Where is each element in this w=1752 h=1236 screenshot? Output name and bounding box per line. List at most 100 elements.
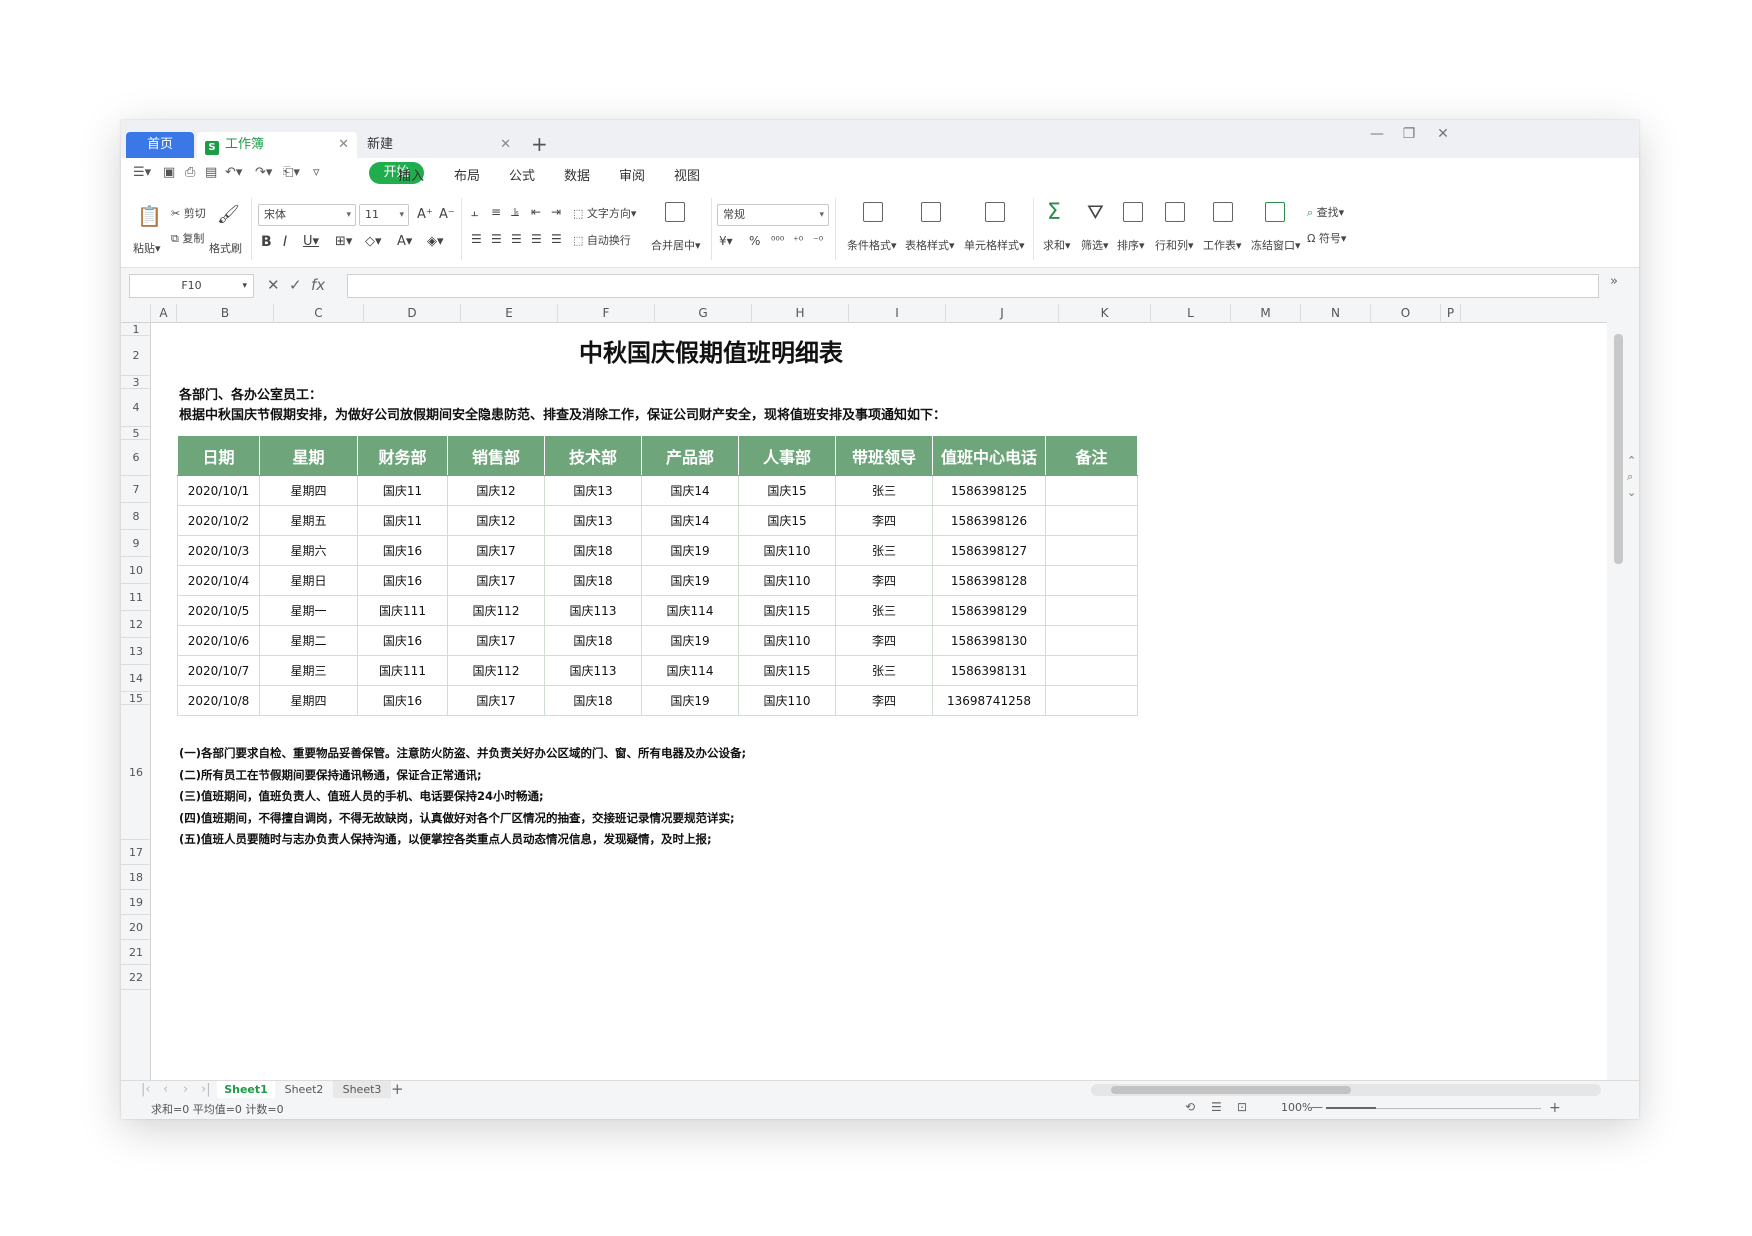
indent-decrease-icon[interactable]: ⇤ (531, 205, 541, 219)
zoom-in-icon[interactable]: + (1549, 1100, 1561, 1116)
add-tab-icon[interactable]: + (531, 132, 548, 156)
table-cell[interactable]: 国庆17 (447, 625, 545, 656)
cell-style-icon[interactable] (985, 202, 1005, 222)
last-sheet-icon[interactable]: ›| (201, 1081, 211, 1098)
table-cell[interactable]: 李四 (835, 625, 933, 656)
table-cell[interactable]: 国庆112 (447, 655, 545, 686)
horizontal-scrollbar[interactable] (1091, 1084, 1601, 1096)
table-cell[interactable]: 13698741258 (932, 685, 1046, 716)
menu-insert[interactable]: 插入 (398, 165, 424, 184)
table-cell[interactable]: 国庆12 (447, 475, 545, 506)
prev-sheet-icon[interactable]: ‹ (163, 1081, 168, 1098)
table-cell[interactable]: 星期日 (259, 565, 358, 596)
page-view-icon[interactable]: ⊡ (1237, 1100, 1247, 1114)
table-cell[interactable]: 国庆11 (357, 505, 448, 536)
sheet-tab-3[interactable]: Sheet3 (333, 1081, 391, 1099)
column-header-o[interactable]: O (1371, 304, 1441, 323)
menu-layout[interactable]: 布局 (454, 165, 480, 184)
column-header-d[interactable]: D (364, 304, 461, 323)
column-header-p[interactable]: P (1441, 304, 1461, 323)
add-sheet-icon[interactable]: + (391, 1081, 404, 1098)
table-cell[interactable]: 国庆17 (447, 685, 545, 716)
text-direction-button[interactable]: ⬚ 文字方向▾ (573, 205, 636, 221)
column-header-m[interactable]: M (1231, 304, 1301, 323)
filter-icon[interactable]: ⛛ (1087, 200, 1104, 224)
normal-view-icon[interactable]: ☰ (1211, 1100, 1222, 1114)
merge-center-icon[interactable] (665, 202, 685, 222)
table-cell[interactable]: 国庆19 (641, 535, 739, 566)
table-cell[interactable]: 国庆112 (447, 595, 545, 626)
table-cell[interactable] (1045, 505, 1138, 536)
merge-center-button[interactable]: 合并居中▾ (651, 237, 701, 253)
expand-icon[interactable]: » (1610, 274, 1618, 289)
chevron-up-icon[interactable]: ⌃ (1627, 454, 1636, 467)
column-header-l[interactable]: L (1151, 304, 1231, 323)
freeze-panes-button[interactable]: 冻结窗口▾ (1251, 237, 1301, 253)
clear-format-icon[interactable]: ◈▾ (427, 234, 444, 249)
table-cell[interactable]: 星期六 (259, 535, 358, 566)
header-phone[interactable]: 值班中心电话 (932, 435, 1046, 476)
row-header-8[interactable]: 8 (121, 503, 151, 530)
table-style-icon[interactable] (921, 202, 941, 222)
table-cell[interactable]: 2020/10/4 (177, 565, 260, 596)
worksheet-button[interactable]: 工作表▾ (1203, 237, 1242, 253)
chevron-down-icon[interactable]: ⌄ (1627, 486, 1636, 499)
close-icon[interactable]: ✕ (500, 132, 511, 158)
conditional-format-icon[interactable] (863, 202, 883, 222)
table-cell[interactable]: 国庆18 (544, 565, 642, 596)
header-hr[interactable]: 人事部 (738, 435, 836, 476)
table-cell[interactable]: 1586398127 (932, 535, 1046, 566)
customize-icon[interactable]: ▿ (313, 165, 320, 180)
row-header-9[interactable]: 9 (121, 530, 151, 557)
print-preview-icon[interactable]: ▤ (205, 165, 217, 180)
cut-button[interactable]: ✂ 剪切 (171, 205, 206, 221)
table-cell[interactable]: 2020/10/6 (177, 625, 260, 656)
table-cell[interactable]: 国庆13 (544, 475, 642, 506)
table-cell[interactable]: 2020/10/8 (177, 685, 260, 716)
row-header-7[interactable]: 7 (121, 476, 151, 503)
decrease-font-icon[interactable]: A⁻ (439, 207, 455, 222)
filter-button[interactable]: 筛选▾ (1081, 237, 1109, 253)
table-cell[interactable]: 2020/10/2 (177, 505, 260, 536)
table-cell[interactable] (1045, 655, 1138, 686)
row-header-6[interactable]: 6 (121, 440, 151, 476)
freeze-panes-icon[interactable] (1265, 202, 1285, 222)
protect-eye-icon[interactable]: ⟲ (1185, 1100, 1195, 1114)
table-cell[interactable]: 国庆115 (738, 655, 836, 686)
table-cell[interactable]: 国庆110 (738, 625, 836, 656)
table-cell[interactable] (1045, 565, 1138, 596)
bold-icon[interactable]: B (261, 234, 272, 250)
number-format-select[interactable]: 常规 ▾ (717, 204, 829, 226)
save-icon[interactable]: ▣ (163, 165, 175, 180)
column-header-f[interactable]: F (558, 304, 655, 323)
close-icon[interactable]: ✕ (338, 132, 349, 158)
header-weekday[interactable]: 星期 (259, 435, 358, 476)
table-cell[interactable]: 国庆110 (738, 565, 836, 596)
table-cell[interactable]: 张三 (835, 595, 933, 626)
table-cell[interactable]: 2020/10/1 (177, 475, 260, 506)
header-leader[interactable]: 带班领导 (835, 435, 933, 476)
table-cell[interactable]: 国庆113 (544, 655, 642, 686)
sum-icon[interactable]: Σ (1047, 200, 1061, 225)
table-cell[interactable]: 国庆115 (738, 595, 836, 626)
table-cell[interactable]: 李四 (835, 565, 933, 596)
table-cell[interactable] (1045, 535, 1138, 566)
table-cell[interactable]: 国庆11 (357, 475, 448, 506)
increase-decimal-icon[interactable]: ⁺⁰ (793, 234, 803, 247)
table-cell[interactable]: 国庆14 (641, 505, 739, 536)
font-size-select[interactable]: 11 ▾ (359, 204, 409, 226)
row-header-15[interactable]: 15 (121, 692, 151, 705)
undo-icon[interactable]: ↶▾ (225, 165, 242, 180)
header-tech[interactable]: 技术部 (544, 435, 642, 476)
copy-button[interactable]: ⧉ 复制 (171, 230, 204, 246)
row-header-16[interactable]: 16 (121, 705, 151, 840)
align-middle-icon[interactable]: ≡ (491, 205, 501, 219)
table-cell[interactable]: 1586398125 (932, 475, 1046, 506)
column-header-b[interactable]: B (177, 304, 274, 323)
table-cell[interactable] (1045, 595, 1138, 626)
row-header-18[interactable]: 18 (121, 865, 151, 890)
border-icon[interactable]: ⊞▾ (335, 234, 352, 249)
table-cell[interactable]: 国庆114 (641, 595, 739, 626)
sheet-tab-1[interactable]: Sheet1 (217, 1081, 275, 1099)
table-cell[interactable]: 张三 (835, 475, 933, 506)
